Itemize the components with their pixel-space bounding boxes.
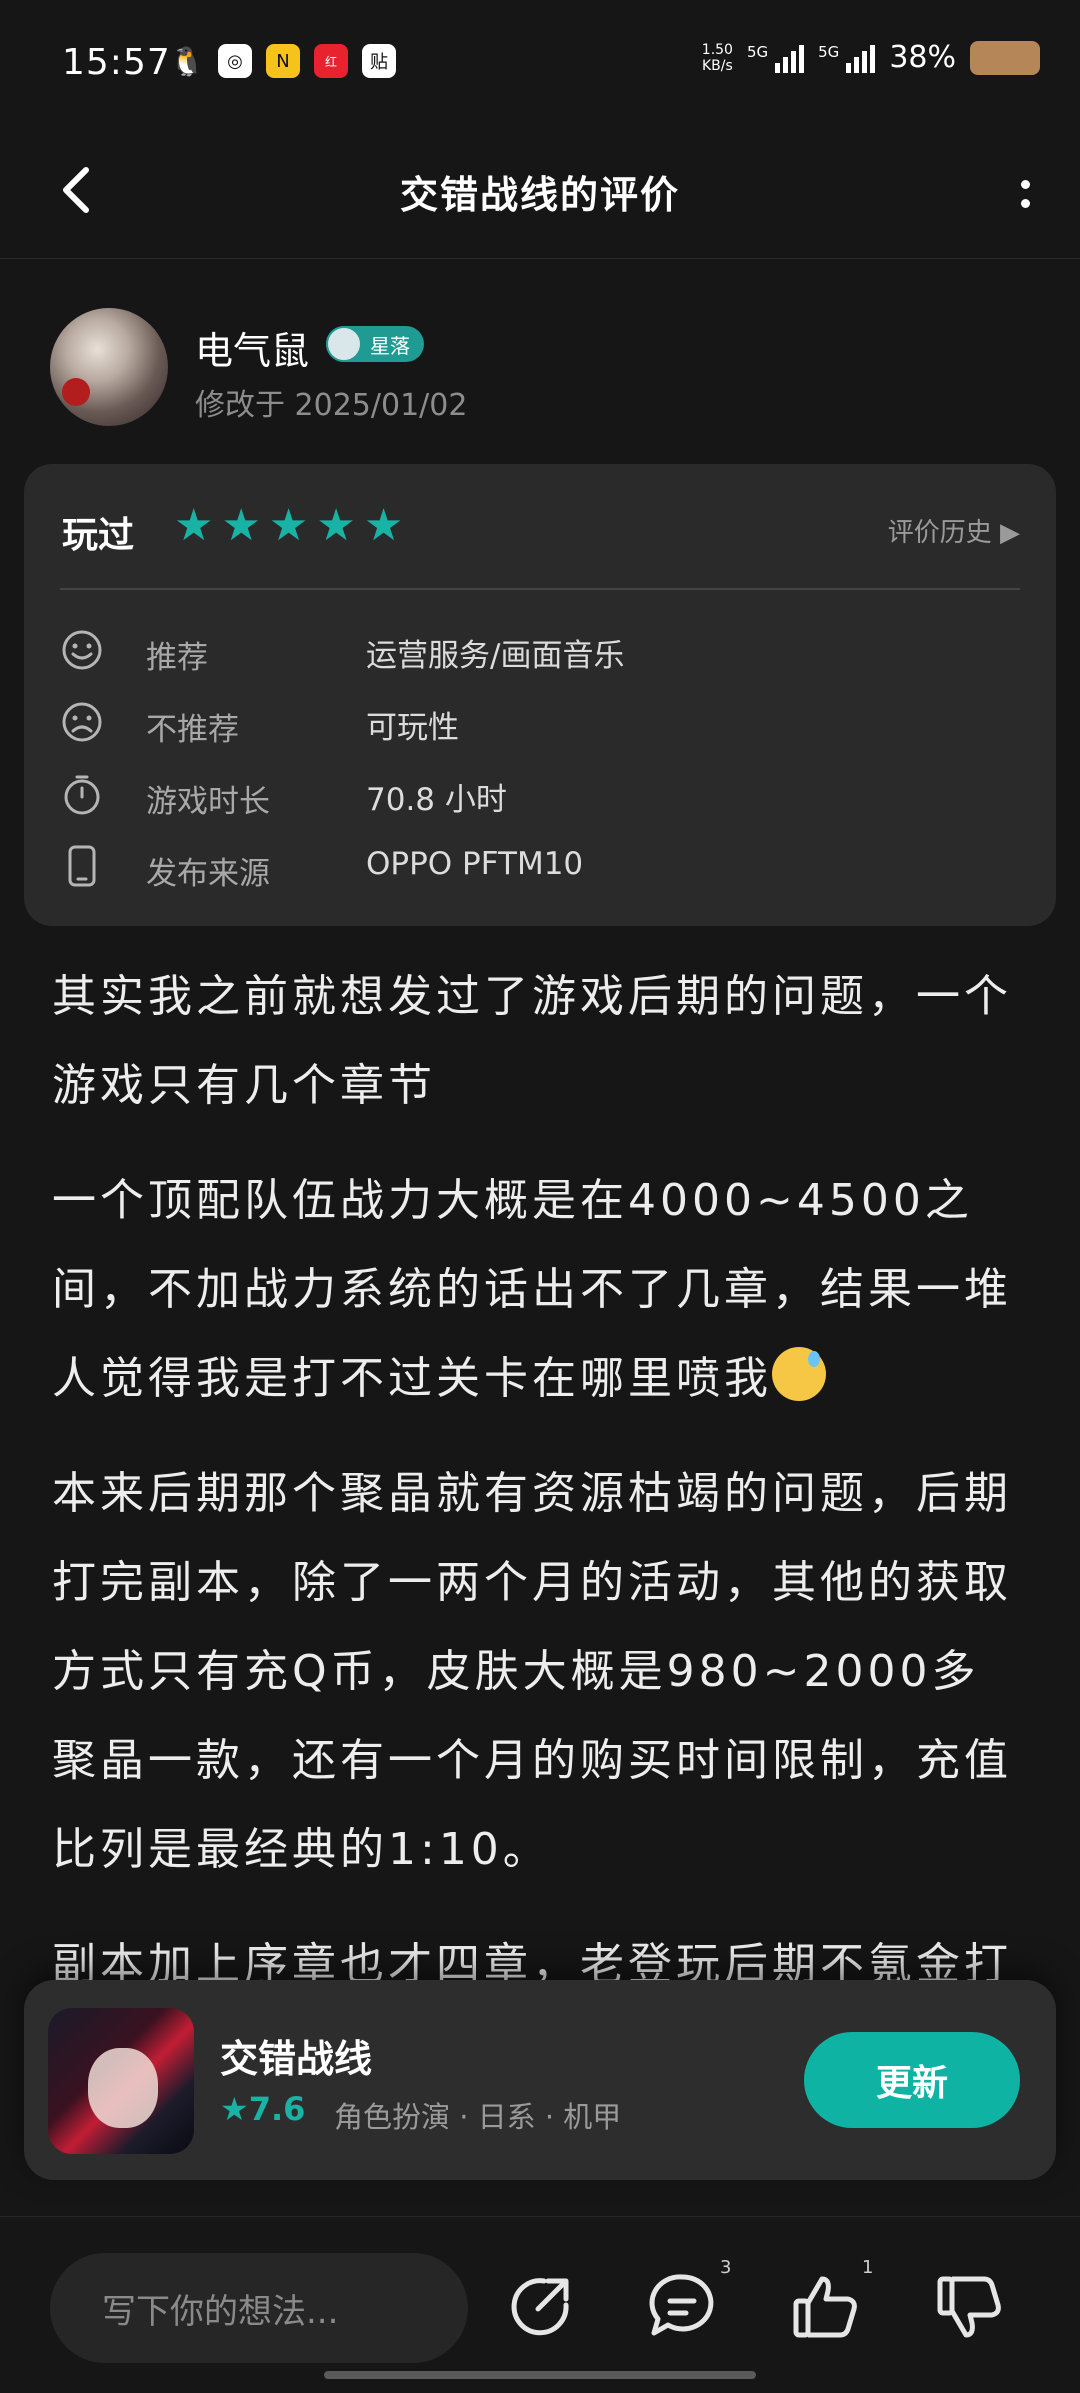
n-app-icon: N <box>266 44 300 78</box>
dot-icon <box>1020 199 1030 208</box>
share-icon <box>511 2278 569 2336</box>
tieba-icon: 贴 <box>362 44 396 78</box>
net-speed: 1.50 KB/s <box>701 41 733 74</box>
avatar[interactable] <box>50 308 168 426</box>
status-indicators: 1.50 KB/s 5G 5G 38% <box>702 40 1040 75</box>
chat-app-icon: ◎ <box>218 44 252 78</box>
review-paragraph: 本来后期那个聚晶就有资源枯竭的问题，后期打完副本，除了一两个月的活动，其他的获取… <box>52 1468 1012 1875</box>
home-indicator[interactable] <box>324 2371 756 2379</box>
game-card[interactable]: 交错战线 ★7.6 角色扮演 · 日系 · 机甲 更新 <box>24 1980 1056 2180</box>
signal-icon-2: 5G <box>818 43 876 73</box>
detail-row-playtime: 游戏时长 70.8 小时 <box>60 766 1020 838</box>
star-icon: ★ <box>363 500 404 551</box>
comment-count: 3 <box>720 2257 732 2278</box>
star-icon: ★ <box>221 500 261 551</box>
author-name[interactable]: 电气鼠 <box>195 320 309 375</box>
dot-icon <box>1020 180 1030 189</box>
divider <box>60 588 1020 590</box>
rating-card: 玩过 ★ ★ ★ ★ ★ 评价历史 ▶ 推荐 运营服务/画面音乐 不推荐 可玩性… <box>24 464 1056 926</box>
status-time: 15:57 <box>62 42 171 83</box>
star-icon: ★ <box>268 500 309 551</box>
review-history-link[interactable]: 评价历史 ▶ <box>888 512 1020 549</box>
triangle-right-icon: ▶ <box>1000 518 1020 548</box>
game-name: 交错战线 <box>220 2037 373 2081</box>
game-icon[interactable] <box>48 2008 194 2154</box>
battery-percent: 38% <box>889 40 956 75</box>
battery-icon <box>970 40 1040 75</box>
star-rating: ★ ★ ★ ★ ★ <box>174 504 403 548</box>
status-app-icons: 🐧 ◎ N 红 贴 <box>170 44 396 78</box>
qq-icon: 🐧 <box>169 44 205 78</box>
detail-row-recommend: 推荐 运营服务/画面音乐 <box>60 622 1020 694</box>
smile-icon <box>62 630 102 670</box>
stopwatch-icon <box>64 775 100 815</box>
thumbs-down-icon <box>937 2276 1001 2338</box>
bottom-action-bar: 写下你的想法... 3 1 <box>0 2216 1080 2393</box>
xiaohongshu-icon: 红 <box>314 44 348 78</box>
comment-input[interactable]: 写下你的想法... <box>50 2253 468 2363</box>
more-menu-button[interactable] <box>1000 164 1050 224</box>
comment-button[interactable]: 3 <box>642 2257 731 2347</box>
share-button[interactable] <box>500 2267 580 2347</box>
frown-icon <box>62 702 102 742</box>
detail-row-not-recommend: 不推荐 可玩性 <box>60 694 1020 766</box>
star-icon: ★ <box>220 2090 249 2128</box>
comment-icon <box>649 2274 714 2336</box>
top-nav: 交错战线的评价 <box>0 130 1080 259</box>
page-title: 交错战线的评价 <box>399 173 680 217</box>
status-bar: 15:57 🐧 ◎ N 红 贴 1.50 KB/s 5G 5G 38% <box>0 0 1080 130</box>
phone-icon <box>68 845 96 887</box>
badge-avatar-icon <box>326 326 362 362</box>
downcast-sweat-emoji-icon <box>772 1347 826 1401</box>
update-button[interactable]: 更新 <box>804 2032 1020 2128</box>
review-author: 电气鼠 星落 修改于 2025/01/02 <box>50 308 1030 428</box>
game-score: ★7.6 <box>220 2090 306 2128</box>
badge-label: 星落 <box>370 333 410 358</box>
rating-details: 推荐 运营服务/画面音乐 不推荐 可玩性 游戏时长 70.8 小时 发布来源 O… <box>60 622 1020 910</box>
review-paragraph: 其实我之前就想发过了游戏后期的问题，一个游戏只有几个章节 <box>52 971 1012 1111</box>
thumbs-up-icon <box>793 2276 857 2338</box>
signal-icon: 5G <box>747 43 805 73</box>
detail-row-source: 发布来源 OPPO PFTM10 <box>60 838 1020 910</box>
like-button[interactable]: 1 <box>786 2257 873 2347</box>
review-paragraph: 一个顶配队伍战力大概是在4000~4500之间，不加战力系统的话出不了几章，结果… <box>52 1175 1012 1404</box>
dislike-button[interactable] <box>930 2267 1010 2347</box>
modified-date: 修改于 2025/01/02 <box>195 388 468 423</box>
like-count: 1 <box>862 2257 874 2278</box>
star-icon: ★ <box>316 500 356 551</box>
review-body: 其实我之前就想发过了游戏后期的问题，一个游戏只有几个章节 一个顶配队伍战力大概是… <box>52 952 1024 2035</box>
game-tags: 角色扮演 · 日系 · 机甲 <box>334 2100 622 2134</box>
play-status: 玩过 <box>62 515 135 556</box>
star-icon: ★ <box>174 500 214 551</box>
user-badge[interactable]: 星落 <box>326 326 424 362</box>
